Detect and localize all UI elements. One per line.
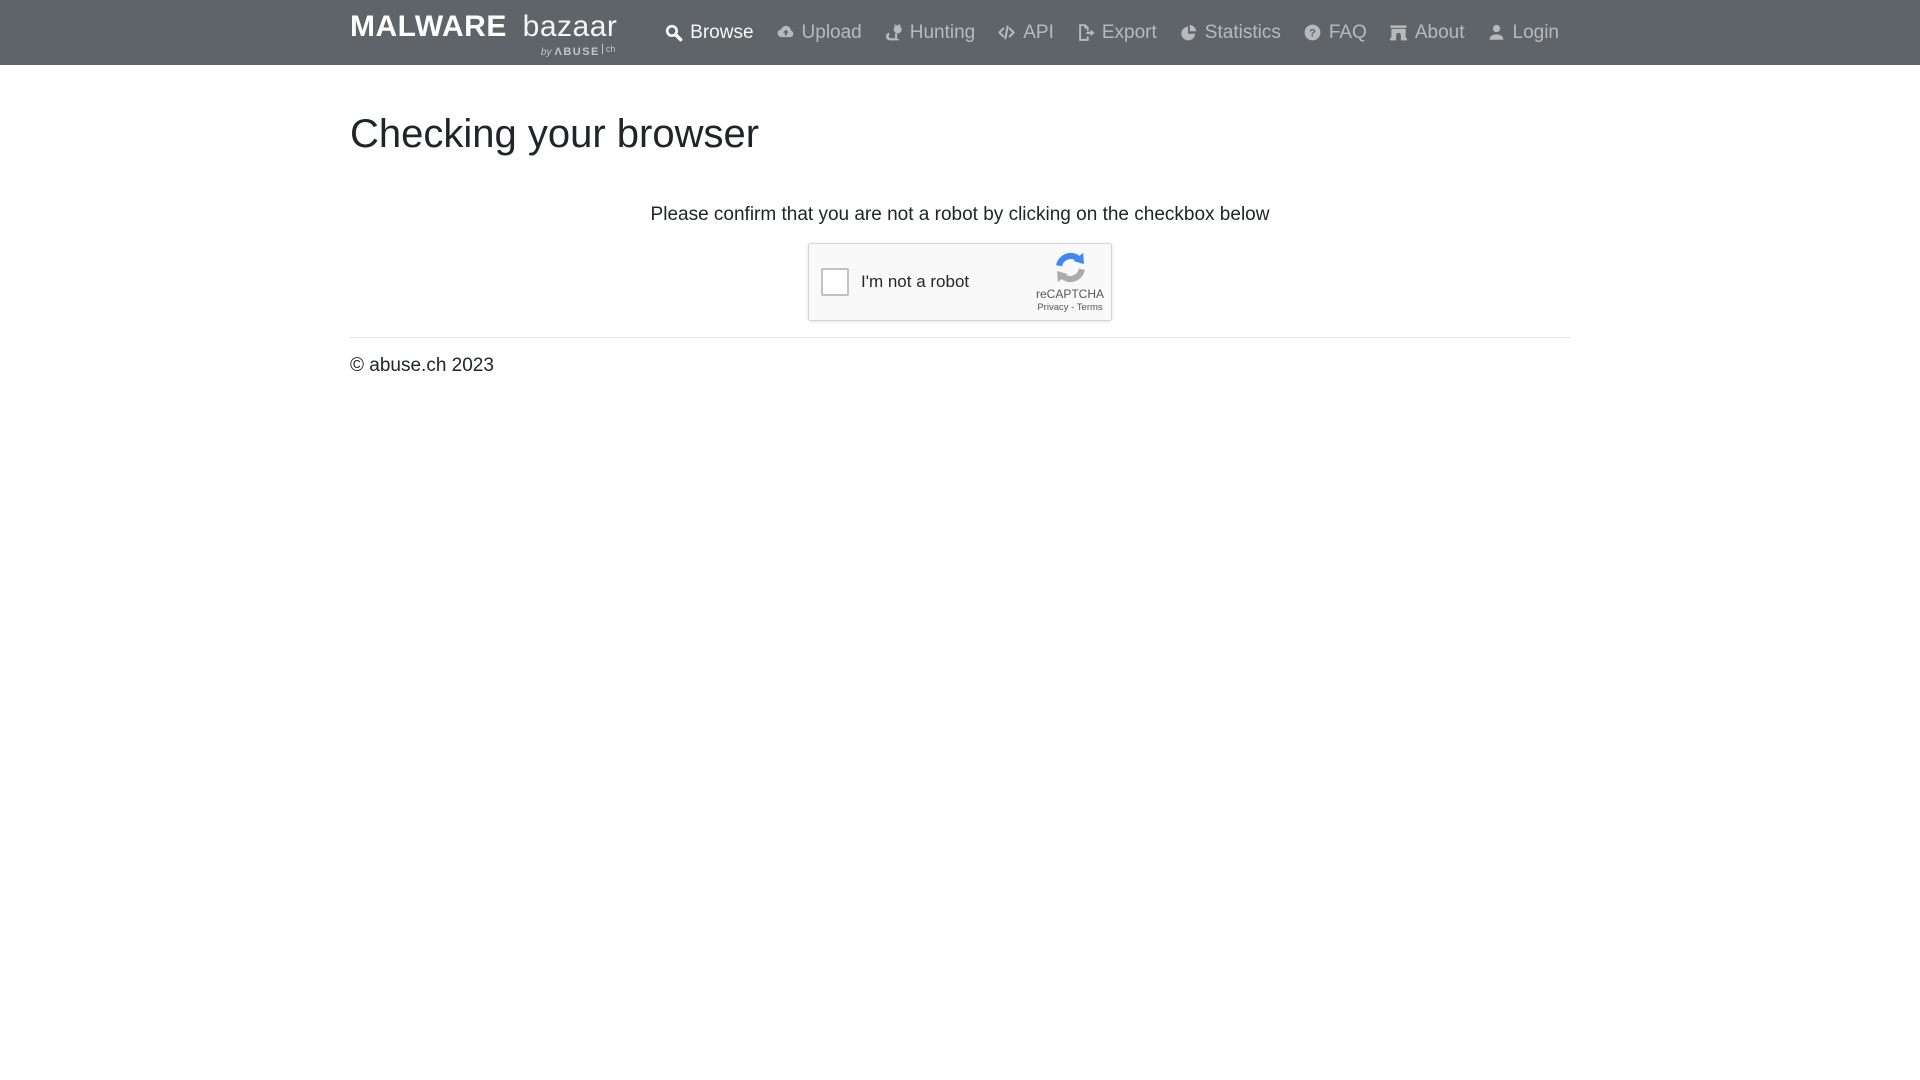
nav-item-login[interactable]: Login — [1476, 14, 1571, 52]
footer-divider — [350, 337, 1570, 338]
nav-item-upload[interactable]: Upload — [765, 14, 873, 52]
top-navbar: MALWARE bazaar byΛBUSEch Browse Upload H… — [0, 0, 1920, 65]
file-export-icon — [1076, 23, 1095, 42]
privacy-link[interactable]: Privacy — [1037, 302, 1068, 313]
nav-item-browse[interactable]: Browse — [653, 14, 764, 52]
cloud-upload-icon — [776, 23, 795, 42]
recaptcha-branding: reCAPTCHA Privacy - Terms — [1038, 251, 1102, 313]
search-icon — [664, 23, 683, 42]
archway-icon — [1389, 23, 1408, 42]
main-nav: Browse Upload Hunting API Export Statist… — [653, 14, 1570, 52]
recaptcha-widget: I'm not a robot reCAPTCHA Privacy - Term… — [808, 243, 1112, 321]
nav-item-about[interactable]: About — [1378, 14, 1476, 52]
brand-title: MALWARE bazaar — [350, 10, 617, 43]
nav-item-statistics[interactable]: Statistics — [1168, 14, 1292, 52]
pie-chart-icon — [1179, 23, 1198, 42]
nav-item-faq[interactable]: ? FAQ — [1292, 14, 1378, 52]
nav-item-hunting[interactable]: Hunting — [873, 14, 987, 52]
brand-malware: MALWARE — [350, 10, 507, 43]
copyright-text: © abuse.ch 2023 — [350, 355, 1570, 377]
brand-tagline: byΛBUSEch — [350, 45, 617, 58]
nav-item-api[interactable]: API — [986, 14, 1065, 52]
brand-bazaar: bazaar — [523, 10, 618, 43]
cat-icon — [884, 23, 903, 42]
page: MALWARE bazaar byΛBUSEch Browse Upload H… — [0, 0, 1920, 1080]
terms-link[interactable]: Terms — [1077, 302, 1103, 313]
links-separator: - — [1071, 302, 1074, 313]
recaptcha-logo-icon — [1054, 251, 1087, 284]
recaptcha-links: Privacy - Terms — [1037, 302, 1102, 313]
svg-text:?: ? — [1309, 27, 1316, 39]
recaptcha-checkbox[interactable] — [821, 268, 849, 296]
page-title: Checking your browser — [350, 110, 1570, 158]
robot-check-instruction: Please confirm that you are not a robot … — [350, 204, 1570, 227]
recaptcha-label: I'm not a robot — [861, 272, 969, 292]
code-icon — [997, 23, 1016, 42]
brand-logo[interactable]: MALWARE bazaar byΛBUSEch — [350, 8, 617, 58]
question-circle-icon: ? — [1303, 23, 1322, 42]
recaptcha-brand-text: reCAPTCHA — [1036, 287, 1104, 301]
main-content: Checking your browser Please confirm tha… — [350, 65, 1570, 377]
nav-item-export[interactable]: Export — [1065, 14, 1168, 52]
user-icon — [1487, 23, 1506, 42]
